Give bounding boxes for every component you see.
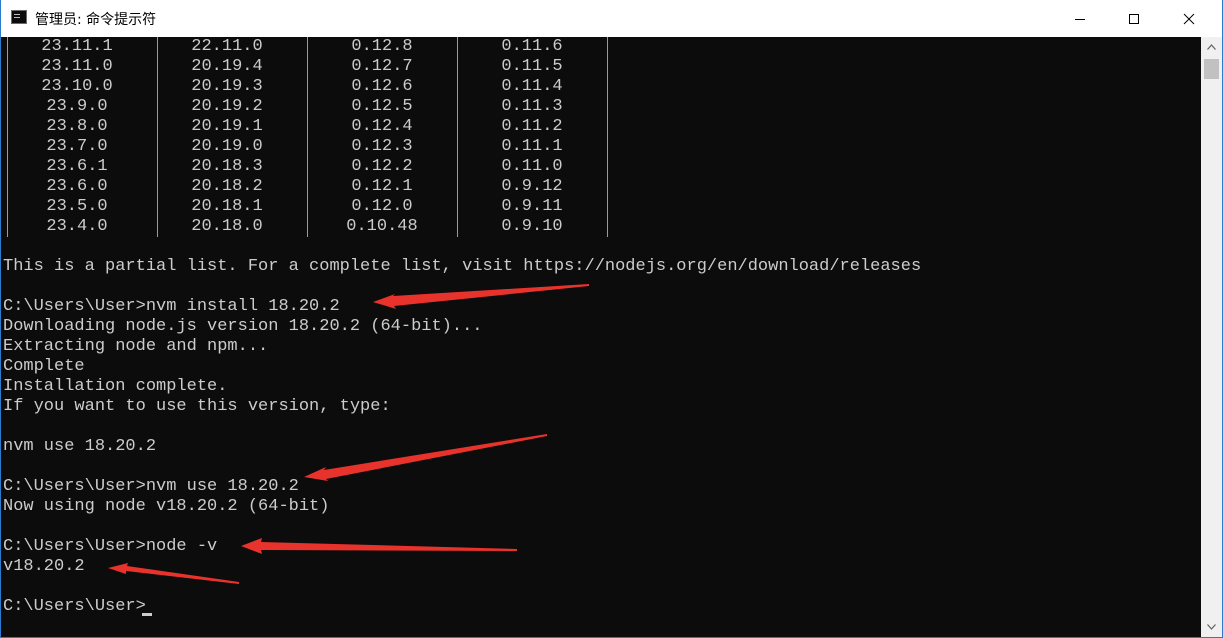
version-cell: 20.18.0 xyxy=(191,217,263,236)
version-cell: 0.11.0 xyxy=(501,157,563,176)
close-button[interactable] xyxy=(1166,0,1212,37)
version-cell: 0.11.5 xyxy=(501,57,563,76)
version-cell: 0.9.10 xyxy=(501,217,563,236)
console-line: v18.20.2 xyxy=(3,557,85,576)
table-column-separator xyxy=(457,37,458,237)
version-cell: 0.12.5 xyxy=(351,97,413,116)
console-line: nvm use 18.20.2 xyxy=(3,437,157,456)
cmd-icon[interactable] xyxy=(11,10,27,24)
version-cell: 0.12.8 xyxy=(351,37,413,56)
console-line: C:\Users\User>nvm install 18.20.2 xyxy=(3,297,340,316)
minimize-button[interactable] xyxy=(1057,0,1103,37)
minimize-icon xyxy=(1075,18,1085,20)
arrow-down-icon xyxy=(1207,624,1216,630)
version-cell: 23.11.1 xyxy=(41,37,113,56)
version-cell: 20.18.3 xyxy=(191,157,263,176)
table-column-separator xyxy=(307,37,308,237)
maximize-button[interactable] xyxy=(1111,0,1157,37)
version-cell: 0.12.6 xyxy=(351,77,413,96)
version-cell: 0.9.11 xyxy=(501,197,563,216)
version-cell: 23.5.0 xyxy=(46,197,108,216)
version-cell: 20.18.2 xyxy=(191,177,263,196)
version-cell: 23.10.0 xyxy=(41,77,113,96)
window-title: 管理员: 命令提示符 xyxy=(35,12,157,28)
version-cell: 23.4.0 xyxy=(46,217,108,236)
console-line: C:\Users\User>node -v xyxy=(3,537,218,556)
maximize-icon xyxy=(1129,13,1139,24)
version-cell: 20.19.4 xyxy=(191,57,263,76)
version-cell: 0.12.1 xyxy=(351,177,413,196)
version-cell: 23.6.0 xyxy=(46,177,108,196)
version-cell: 20.19.3 xyxy=(191,77,263,96)
version-cell: 20.19.1 xyxy=(191,117,263,136)
version-cell: 0.12.3 xyxy=(351,137,413,156)
version-cell: 0.12.2 xyxy=(351,157,413,176)
console-line: C:\Users\User>nvm use 18.20.2 xyxy=(3,477,299,496)
version-cell: 0.11.2 xyxy=(501,117,563,136)
console-line: Now using node v18.20.2 (64-bit) xyxy=(3,497,330,516)
version-cell: 20.19.0 xyxy=(191,137,263,156)
arrow-up-icon xyxy=(1207,44,1216,50)
console-line: Extracting node and npm... xyxy=(3,337,269,356)
console-line: Complete xyxy=(3,357,85,376)
scroll-down-button[interactable] xyxy=(1201,617,1222,637)
scrollbar-thumb[interactable] xyxy=(1204,59,1219,79)
version-cell: 20.19.2 xyxy=(191,97,263,116)
title-bar[interactable]: 管理员: 命令提示符 xyxy=(1,0,1222,37)
console-line: Installation complete. xyxy=(3,377,228,396)
scroll-up-button[interactable] xyxy=(1201,37,1222,57)
version-cell: 23.7.0 xyxy=(46,137,108,156)
close-icon xyxy=(1183,13,1195,24)
cmd-window: 管理员: 命令提示符 23.11.1 22.11.0 0.12.8 0.11.6 23.… xyxy=(0,0,1223,638)
version-cell: 0.12.4 xyxy=(351,117,413,136)
console-line: This is a partial list. For a complete l… xyxy=(3,257,922,276)
version-cell: 0.9.12 xyxy=(501,177,563,196)
text-cursor xyxy=(142,613,152,616)
version-cell: 0.11.3 xyxy=(501,97,563,116)
version-cell: 22.11.0 xyxy=(191,37,263,56)
version-cell: 0.12.0 xyxy=(351,197,413,216)
vertical-scrollbar[interactable] xyxy=(1201,37,1222,637)
version-cell: 23.6.1 xyxy=(46,157,108,176)
version-cell: 23.11.0 xyxy=(41,57,113,76)
version-cell: 23.8.0 xyxy=(46,117,108,136)
console-output[interactable]: 23.11.1 22.11.0 0.12.8 0.11.6 23.11.0 20.19.4… xyxy=(1,37,1201,637)
table-column-separator xyxy=(607,37,608,237)
version-cell: 0.11.4 xyxy=(501,77,563,96)
version-cell: 0.10.48 xyxy=(346,217,418,236)
console-line: Downloading node.js version 18.20.2 (64-… xyxy=(3,317,483,336)
table-column-separator xyxy=(157,37,158,237)
version-cell: 0.11.1 xyxy=(501,137,563,156)
version-cell: 0.12.7 xyxy=(351,57,413,76)
console-line: If you want to use this version, type: xyxy=(3,397,391,416)
version-cell: 23.9.0 xyxy=(46,97,108,116)
console-line: C:\Users\User> xyxy=(3,597,146,616)
version-cell: 0.11.6 xyxy=(501,37,563,56)
table-column-separator xyxy=(7,37,8,237)
version-cell: 20.18.1 xyxy=(191,197,263,216)
